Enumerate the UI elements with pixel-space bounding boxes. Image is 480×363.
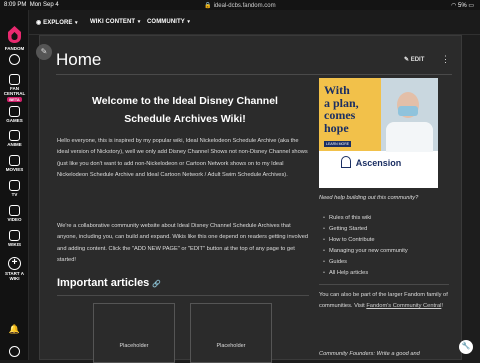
article-placeholder-2[interactable]: Placeholder	[190, 303, 272, 363]
movies-icon	[9, 155, 20, 166]
advertisement[interactable]: With a plan, comes hope LEARN MORE Ascensio…	[319, 78, 438, 188]
rail-movies[interactable]: MOVIES	[0, 155, 29, 172]
ad-photo-nurse	[381, 78, 438, 152]
ad-headline: With a plan, comes hope	[324, 83, 359, 135]
lock-icon: 🔒	[204, 3, 212, 9]
more-actions-button[interactable]: ⋮	[441, 54, 450, 65]
video-icon	[9, 205, 20, 216]
kebab-menu-icon: ⋮	[441, 54, 450, 64]
tools-button[interactable]: 🔧	[459, 340, 473, 354]
article-placeholder-1[interactable]: Placeholder	[93, 303, 175, 363]
help-link[interactable]: Rules of this wiki	[323, 215, 371, 221]
rail-user[interactable]	[0, 346, 29, 358]
fandom-family-text: You can also be part of the larger Fando…	[319, 292, 448, 309]
important-articles-heading: Important articles 🔗	[57, 277, 162, 289]
nav-explore[interactable]: ◉ EXPLORE ▾	[36, 19, 78, 26]
beta-badge: BETA	[7, 97, 22, 102]
battery-icon: ▭	[468, 3, 474, 9]
search-icon	[9, 54, 20, 65]
help-question: Need help building out this community?	[319, 195, 419, 201]
divider	[319, 284, 449, 285]
chevron-down-icon: ▾	[185, 19, 191, 25]
fandom-logo-icon[interactable]	[6, 25, 23, 44]
fandom-wordmark: FANDOM	[4, 46, 25, 51]
help-link[interactable]: Managing your new community	[323, 248, 408, 254]
collab-paragraph: We're a collaborative community website …	[57, 223, 309, 263]
anime-icon	[9, 130, 20, 141]
ad-brand-name: Ascension	[355, 158, 402, 168]
page-title: Home	[56, 50, 102, 69]
wrench-icon: 🔧	[461, 343, 471, 350]
battery-indicator: ◠ 5% ▭	[451, 3, 474, 9]
chevron-down-icon: ▾	[73, 20, 78, 26]
games-icon	[9, 106, 20, 117]
edit-button[interactable]: ✎ EDIT	[404, 56, 424, 63]
rail-search[interactable]	[0, 54, 29, 66]
rail-video[interactable]: VIDEO	[0, 205, 29, 222]
rail-anime[interactable]: ANIME	[0, 130, 29, 147]
pencil-icon: ✎	[40, 47, 48, 56]
user-avatar-icon	[9, 346, 20, 357]
rail-notifications[interactable]: 🔔	[0, 324, 29, 334]
compass-icon: ◉	[36, 20, 42, 26]
rail-fan-central[interactable]: FAN CENTRAL BETA	[0, 74, 29, 102]
wifi-icon: ◠	[451, 3, 457, 9]
pencil-icon: ✎	[404, 57, 410, 63]
nav-community[interactable]: COMMUNITY ▾	[147, 19, 190, 25]
address-bar[interactable]: 🔒 ideal-dcbs.fandom.com	[0, 2, 480, 9]
floating-edit-button[interactable]: ✎	[36, 44, 52, 60]
rail-wikis[interactable]: WIKIS	[0, 230, 29, 247]
rail-games[interactable]: GAMES	[0, 106, 29, 123]
plus-icon: +	[8, 257, 21, 270]
help-link[interactable]: All Help articles	[323, 270, 368, 276]
help-link[interactable]: Getting Started	[323, 226, 367, 232]
fan-central-icon	[9, 74, 20, 85]
community-founders-text: Community Founders: Write a good and	[319, 351, 420, 357]
divider	[56, 74, 452, 75]
ad-learn-more-button[interactable]: LEARN MORE	[324, 141, 352, 147]
nav-wiki-content[interactable]: WIKI CONTENT ▾	[90, 19, 140, 25]
welcome-heading: Welcome to the Ideal Disney Channel Sche…	[92, 95, 278, 125]
fandom-global-nav: FANDOM FAN CENTRAL BETA GAMES ANIME MOVIE…	[0, 10, 29, 360]
chevron-down-icon: ▾	[136, 19, 141, 25]
link-icon[interactable]: 🔗	[152, 281, 161, 288]
intro-paragraph: Hello everyone, this is inspired by my p…	[57, 138, 308, 178]
wiki-top-bar: ◉ EXPLORE ▾ WIKI CONTENT ▾ COMMUNITY ▾	[29, 10, 480, 35]
wikis-icon	[9, 230, 20, 241]
help-link[interactable]: How to Contribute	[323, 237, 374, 243]
help-link[interactable]: Guides	[323, 259, 347, 265]
rail-start-a-wiki[interactable]: + START A WIKI	[0, 257, 29, 281]
bell-icon: 🔔	[8, 324, 21, 334]
rail-tv[interactable]: TV	[0, 180, 29, 197]
ios-status-bar: 8:09 PM Mon Sep 4 🔒 ideal-dcbs.fandom.co…	[0, 0, 480, 10]
tv-icon	[9, 180, 20, 191]
community-central-link[interactable]: Fandom's Community Central	[366, 303, 441, 309]
divider	[57, 295, 309, 296]
